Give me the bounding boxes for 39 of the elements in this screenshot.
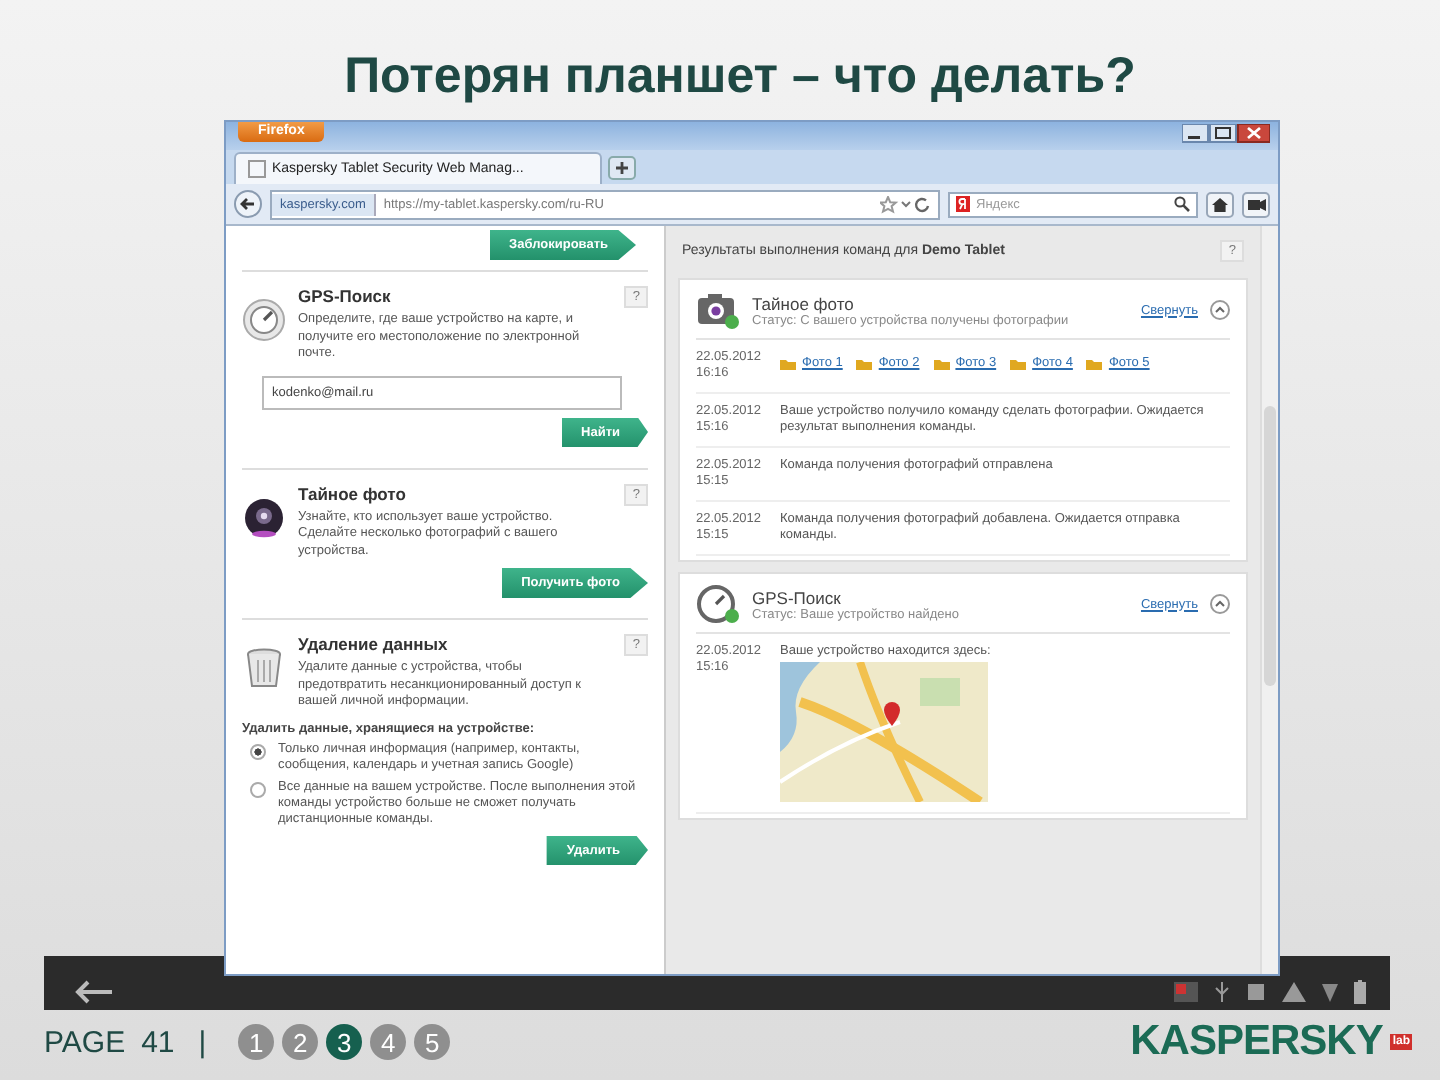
trash-can-icon — [242, 646, 286, 690]
folder-icon — [933, 357, 950, 369]
slide-title: Потерян планшет – что делать? — [342, 46, 1138, 108]
separator: | — [198, 1025, 207, 1059]
section-title: Удаление данных — [298, 634, 450, 654]
chevron-up-icon[interactable] — [1210, 300, 1230, 320]
card-title: GPS-Поиск — [752, 587, 843, 607]
radio-button[interactable] — [250, 781, 266, 797]
logo-wordmark: KASPERSKY — [1130, 1018, 1383, 1066]
folder-icon — [1086, 357, 1103, 369]
search-icon[interactable] — [1174, 196, 1190, 212]
window-controls-icon[interactable] — [1182, 124, 1270, 144]
page-dot[interactable]: 2 — [282, 1024, 319, 1060]
back-arrow-icon[interactable] — [72, 977, 116, 1005]
page-dot[interactable]: 3 — [326, 1024, 363, 1060]
webcam-icon — [242, 495, 286, 539]
section-title: Тайное фото — [298, 483, 408, 503]
gauge-icon — [242, 298, 286, 342]
card-title: Тайное фото — [752, 293, 856, 313]
home-icon[interactable] — [1206, 191, 1234, 217]
yandex-logo-icon — [956, 196, 970, 212]
page-dot[interactable]: 1 — [238, 1024, 275, 1060]
radio-button[interactable] — [250, 743, 266, 759]
page-label: PAGE — [44, 1025, 126, 1059]
page-dot[interactable]: 5 — [414, 1024, 451, 1060]
section-title: GPS-Поиск — [298, 286, 393, 306]
notification-icon — [1174, 981, 1198, 1001]
folder-icon — [856, 357, 873, 369]
battery-icon — [1354, 979, 1366, 1003]
star-reload-icon[interactable] — [880, 195, 932, 213]
gauge-icon — [696, 584, 740, 624]
back-icon[interactable] — [234, 190, 262, 218]
folder-icon — [780, 357, 796, 369]
page-dot[interactable]: 4 — [370, 1024, 407, 1060]
folder-icon — [1010, 357, 1027, 369]
chevron-up-icon[interactable] — [1210, 594, 1230, 614]
new-tab-icon[interactable] — [608, 156, 636, 180]
page-number: 41 — [141, 1025, 175, 1059]
camera-icon — [696, 290, 740, 330]
